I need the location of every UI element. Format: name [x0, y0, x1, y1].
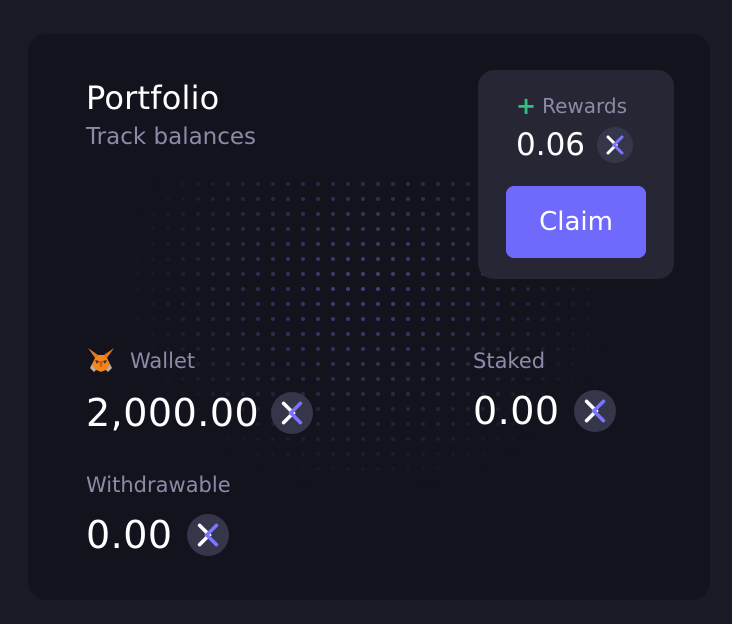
portfolio-card: Portfolio Track balances + Rewards 0.06 …	[28, 34, 710, 600]
withdrawable-balance: 0.00	[86, 512, 229, 558]
page-subtitle: Track balances	[86, 124, 257, 150]
rewards-header: + Rewards	[516, 94, 627, 118]
x-token-icon	[186, 514, 229, 556]
x-token-icon	[597, 127, 634, 163]
page-title: Portfolio	[86, 79, 220, 117]
staked-label-row: Staked	[473, 348, 545, 374]
rewards-value: 0.06	[516, 127, 586, 163]
wallet-value: 2,000.00	[86, 391, 260, 435]
metamask-fox-icon	[86, 346, 116, 376]
withdrawable-value: 0.00	[86, 513, 173, 557]
staked-balance: 0.00	[473, 388, 616, 434]
staked-label: Staked	[473, 349, 546, 373]
rewards-label: Rewards	[542, 94, 628, 118]
rewards-panel: + Rewards 0.06 Claim	[478, 70, 674, 279]
wallet-label-row: Wallet	[86, 346, 195, 376]
rewards-amount: 0.06	[516, 126, 634, 164]
x-token-icon	[573, 390, 616, 432]
plus-icon: +	[516, 92, 537, 120]
staked-value: 0.00	[473, 389, 560, 433]
wallet-balance: 2,000.00	[86, 390, 314, 436]
withdrawable-label: Withdrawable	[86, 473, 231, 497]
wallet-label: Wallet	[130, 349, 196, 373]
x-token-icon	[271, 392, 314, 434]
claim-button[interactable]: Claim	[506, 186, 646, 258]
withdrawable-label-row: Withdrawable	[86, 472, 231, 498]
